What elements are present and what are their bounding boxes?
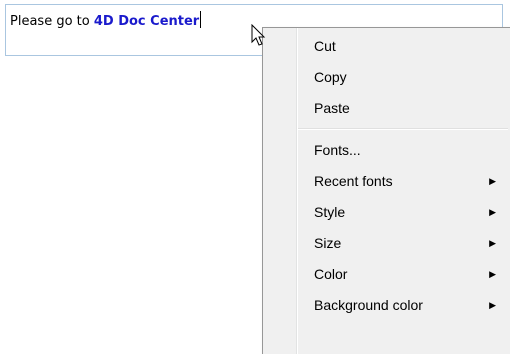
menu-item-label: Copy	[314, 69, 347, 85]
submenu-arrow-icon: ▶	[489, 238, 496, 248]
menu-item-label: Paste	[314, 100, 350, 116]
menu-item-label: Recent fonts	[314, 173, 393, 189]
submenu-arrow-icon: ▶	[489, 300, 496, 310]
menu-item-recent-fonts[interactable]: Recent fonts ▶	[263, 166, 510, 197]
menu-separator	[298, 128, 508, 130]
screen: Please go to 4D Doc Center Cut Copy Past…	[0, 0, 510, 354]
menu-item-color[interactable]: Color ▶	[263, 259, 510, 290]
menu-item-cut[interactable]: Cut	[263, 31, 510, 62]
menu-item-paste[interactable]: Paste	[263, 93, 510, 124]
submenu-arrow-icon: ▶	[489, 207, 496, 217]
text-caret	[200, 11, 202, 28]
submenu-arrow-icon: ▶	[489, 176, 496, 186]
menu-item-copy[interactable]: Copy	[263, 62, 510, 93]
menu-item-label: Fonts...	[314, 142, 361, 158]
menu-item-label: Background color	[314, 297, 423, 313]
menu-item-fonts[interactable]: Fonts...	[263, 135, 510, 166]
menu-item-label: Style	[314, 204, 346, 220]
menu-item-label: Cut	[314, 38, 336, 54]
menu-item-label: Size	[314, 235, 342, 251]
doc-center-link[interactable]: 4D Doc Center	[94, 14, 199, 29]
text-plain: Please go to	[10, 14, 94, 29]
submenu-arrow-icon: ▶	[489, 269, 496, 279]
menu-item-label: Color	[314, 266, 348, 282]
arrow-pointer-icon	[251, 24, 266, 46]
menu-item-size[interactable]: Size ▶	[263, 228, 510, 259]
text-content: Please go to 4D Doc Center	[10, 11, 202, 31]
menu-item-background-color[interactable]: Background color ▶	[263, 290, 510, 321]
menu-item-style[interactable]: Style ▶	[263, 197, 510, 228]
context-menu: Cut Copy Paste Fonts... Recent fonts ▶ S…	[262, 27, 510, 354]
